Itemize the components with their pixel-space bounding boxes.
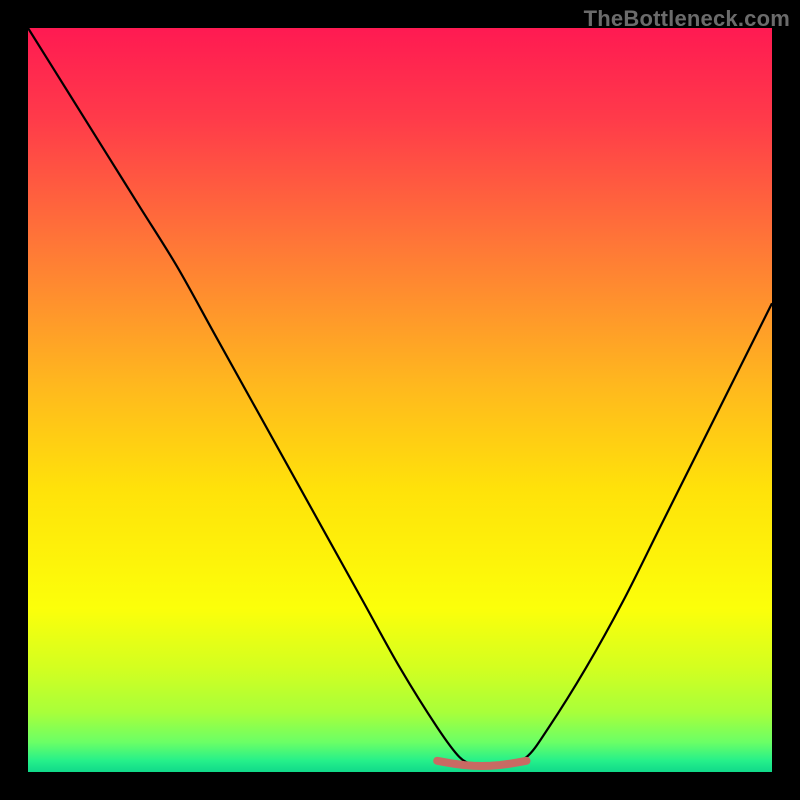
plot-background: [28, 28, 772, 772]
watermark-text: TheBottleneck.com: [584, 6, 790, 32]
bottleneck-chart: [0, 0, 800, 800]
chart-container: TheBottleneck.com: [0, 0, 800, 800]
